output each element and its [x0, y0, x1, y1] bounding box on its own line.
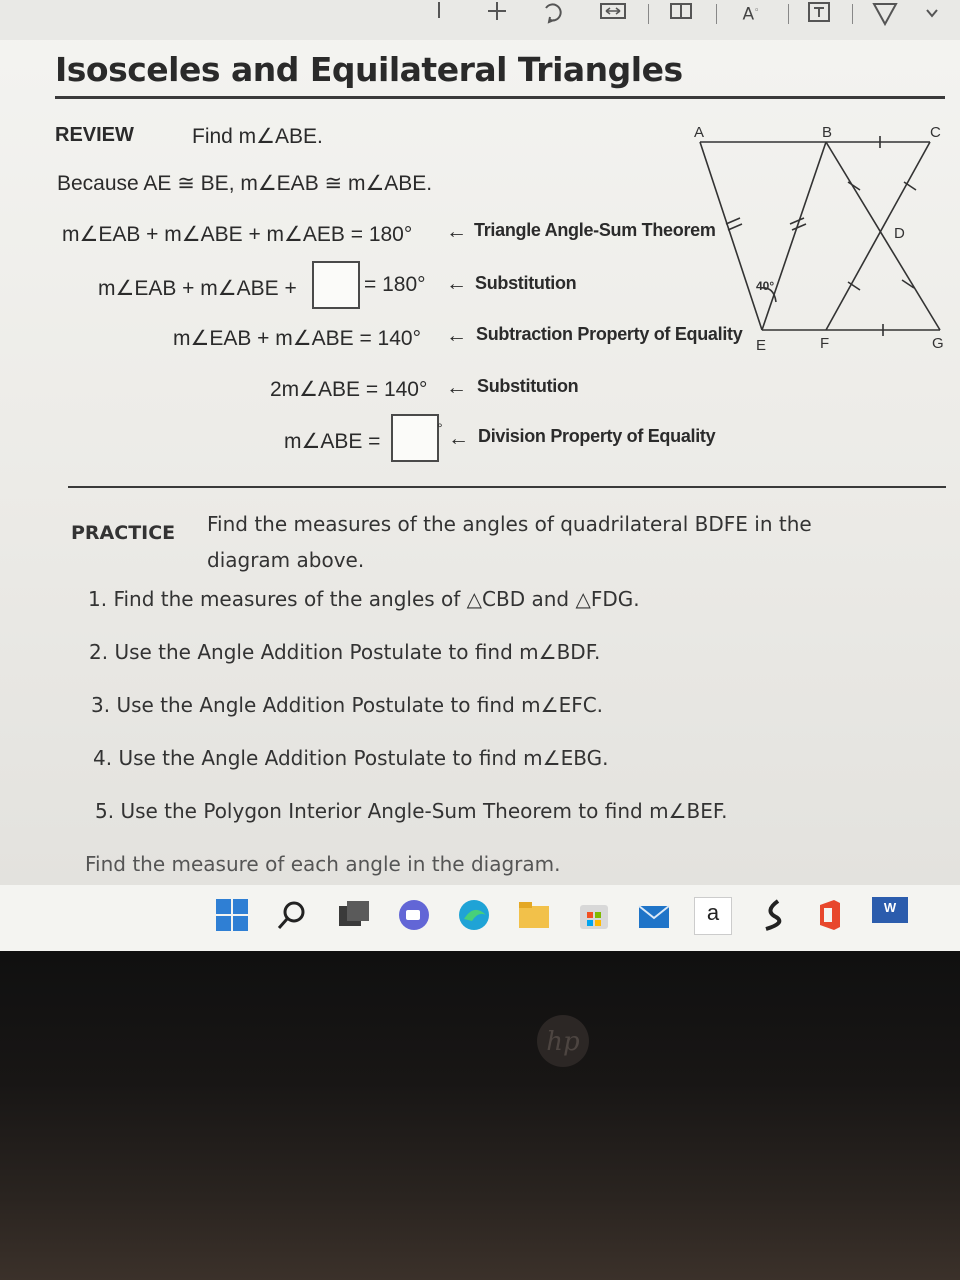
segment-bg	[825, 141, 941, 331]
answer-box-1[interactable]	[312, 261, 360, 309]
toolbar-separator	[648, 4, 649, 24]
label-e: E	[756, 337, 766, 354]
taskbar: a W	[0, 885, 960, 951]
review-label: REVIEW	[55, 124, 134, 146]
toolbar-separator	[788, 4, 789, 24]
label-a: A	[694, 124, 704, 141]
page-title: Isosceles and Equilateral Triangles	[55, 50, 683, 89]
segment-cf	[825, 141, 931, 331]
edge-icon[interactable]	[456, 897, 492, 933]
laptop-bezel	[0, 951, 960, 1280]
review-line-4-expr: 2m∠ABE = 140°	[270, 378, 428, 401]
practice-item-5: 5. Use the Polygon Interior Angle-Sum Th…	[95, 799, 728, 823]
screen: A◦ Isosceles and Equilateral Triangles R…	[0, 0, 960, 885]
review-line-5-expr: m∠ABE =	[284, 430, 381, 453]
draw-icon[interactable]	[870, 0, 900, 28]
text-size-label: A	[742, 4, 755, 25]
review-line-4-reason: Substitution	[477, 376, 579, 396]
review-line-2-arrow: ←	[446, 272, 467, 295]
review-line-5-arrow: ←	[448, 427, 469, 450]
review-line-2-reason: Substitution	[475, 273, 577, 293]
review-line-1-arrow: ←	[446, 220, 467, 243]
rotate-icon[interactable]	[540, 0, 568, 28]
label-c: C	[930, 124, 941, 141]
label-b: B	[822, 124, 832, 141]
word-icon[interactable]: W	[872, 897, 908, 923]
search-icon[interactable]	[274, 897, 310, 933]
review-because: Because AE ≅ BE, m∠EAB ≅ m∠ABE.	[57, 172, 433, 195]
segment-ae	[699, 141, 763, 331]
amazon-icon[interactable]: a	[694, 897, 732, 935]
label-d: D	[894, 225, 905, 242]
review-line-5-reason: Division Property of Equality	[478, 426, 716, 446]
degree-symbol: °	[437, 420, 443, 436]
review-line-4-arrow: ←	[446, 376, 467, 399]
answer-box-2[interactable]	[391, 414, 439, 462]
fit-width-icon[interactable]	[598, 0, 628, 28]
practice-item-4: 4. Use the Angle Addition Postulate to f…	[93, 746, 609, 770]
task-view-icon[interactable]	[336, 897, 372, 933]
review-line-1-reason: Triangle Angle-Sum Theorem	[474, 220, 716, 240]
triangle-diagram: A B C D E F G 40°	[694, 124, 944, 354]
practice-item-2: 2. Use the Angle Addition Postulate to f…	[89, 640, 601, 664]
text-box-icon[interactable]	[806, 0, 832, 28]
word-glyph: W	[883, 900, 897, 915]
hp-logo-text: hp	[546, 1027, 580, 1057]
label-g: G	[932, 335, 944, 352]
review-line-3-expr: m∠EAB + m∠ABE = 140°	[173, 327, 421, 350]
plus-icon[interactable]	[484, 0, 510, 28]
practice-item-1: 1. Find the measures of the angles of △C…	[88, 587, 640, 611]
chat-icon[interactable]	[396, 897, 432, 933]
label-f: F	[820, 335, 829, 352]
windows-start-icon[interactable]	[214, 897, 250, 933]
hp-logo: hp	[534, 1012, 592, 1070]
practice-intro-line-1: Find the measures of the angles of quadr…	[207, 512, 812, 536]
review-line-2-rhs: = 180°	[364, 273, 426, 296]
mail-icon[interactable]	[636, 897, 672, 933]
practice-intro-line-2: diagram above.	[207, 548, 365, 572]
toolbar-separator	[852, 4, 853, 24]
practice-label: PRACTICE	[71, 522, 176, 544]
text-size-icon[interactable]: A◦	[736, 0, 766, 28]
review-line-1-expr: m∠EAB + m∠ABE + m∠AEB = 180°	[62, 223, 413, 246]
chevron-down-icon[interactable]	[922, 0, 942, 28]
minus-icon[interactable]	[428, 0, 450, 28]
reader-toolbar: A◦	[0, 0, 960, 40]
practice-item-3: 3. Use the Angle Addition Postulate to f…	[91, 693, 604, 717]
review-line-3-arrow: ←	[446, 324, 467, 347]
pen-app-icon[interactable]	[754, 897, 790, 933]
angle-label-e: 40°	[756, 279, 774, 293]
file-explorer-icon[interactable]	[516, 897, 552, 933]
review-prompt: Find m∠ABE.	[192, 125, 323, 148]
review-line-2-expr: m∠EAB + m∠ABE +	[98, 277, 297, 300]
office-icon[interactable]	[812, 897, 848, 933]
toolbar-separator	[716, 4, 717, 24]
segment-eb	[761, 141, 827, 331]
section-rule	[68, 486, 946, 488]
practice-footer: Find the measure of each angle in the di…	[85, 852, 561, 876]
title-rule	[55, 96, 945, 99]
amazon-glyph: a	[706, 900, 720, 925]
immersive-reader-icon[interactable]	[666, 0, 696, 28]
store-icon[interactable]	[576, 897, 612, 933]
